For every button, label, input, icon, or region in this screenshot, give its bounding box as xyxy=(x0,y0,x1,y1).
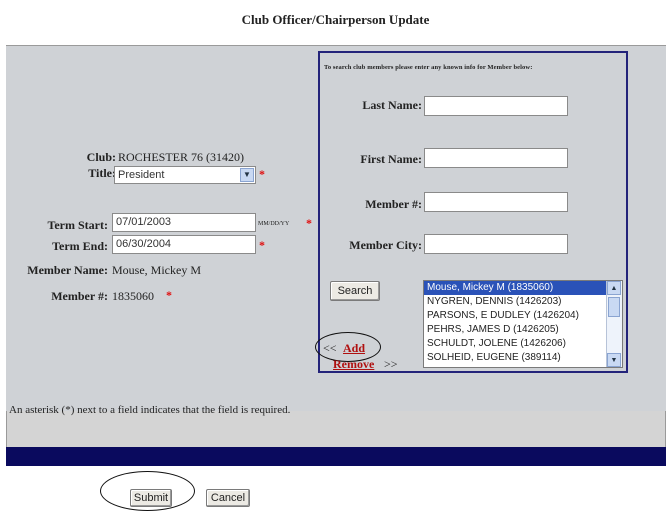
remove-suffix: >> xyxy=(384,357,398,371)
term-start-input[interactable]: 07/01/2003 xyxy=(112,213,256,232)
list-item[interactable]: NYGREN, DENNIS (1426203) xyxy=(424,295,609,309)
list-item[interactable]: Mouse, Mickey M (1835060) xyxy=(424,281,609,295)
page-title: Club Officer/Chairperson Update xyxy=(241,12,430,27)
date-format-hint: MM/DD/YY xyxy=(258,221,290,227)
list-scrollbar[interactable]: ▲ ▼ xyxy=(606,281,622,367)
required-marker: * xyxy=(166,288,172,302)
footer-bar xyxy=(6,447,666,466)
list-item[interactable]: PEHRS, JAMES D (1426205) xyxy=(424,323,609,337)
search-button[interactable]: Search xyxy=(330,281,380,301)
title-select[interactable]: President ▼ xyxy=(114,166,256,184)
term-start-label: Term Start: xyxy=(47,218,108,232)
submit-highlight-circle xyxy=(100,471,195,511)
term-end-label: Term End: xyxy=(52,239,108,253)
title-label: Title: xyxy=(88,166,116,180)
member-number-label: Member #: xyxy=(51,289,108,303)
member-results-list[interactable]: Mouse, Mickey M (1835060) NYGREN, DENNIS… xyxy=(423,280,623,368)
member-city-label: Member City: xyxy=(349,238,422,252)
scroll-down-icon[interactable]: ▼ xyxy=(607,353,621,367)
club-label: Club: xyxy=(86,150,116,164)
scroll-up-icon[interactable]: ▲ xyxy=(607,281,621,295)
scrollbar-thumb[interactable] xyxy=(608,297,620,317)
remove-link[interactable]: Remove xyxy=(333,357,374,372)
first-name-label: First Name: xyxy=(360,152,422,166)
club-value: ROCHESTER 76 (31420) xyxy=(118,150,244,164)
term-end-input[interactable]: 06/30/2004 xyxy=(112,235,256,254)
cancel-button[interactable]: Cancel xyxy=(206,489,250,507)
last-name-input[interactable] xyxy=(424,96,568,116)
member-name-value: Mouse, Mickey M xyxy=(112,263,201,277)
search-member-number-input[interactable] xyxy=(424,192,568,212)
search-hint: To search club members please enter any … xyxy=(324,64,533,71)
list-item[interactable]: PARSONS, E DUDLEY (1426204) xyxy=(424,309,609,323)
member-name-label: Member Name: xyxy=(27,263,108,277)
list-item[interactable]: SCHULDT, JOLENE (1426206) xyxy=(424,337,609,351)
list-item[interactable]: SOLHEID, EUGENE (389114) xyxy=(424,351,609,365)
required-marker: * xyxy=(259,238,265,252)
member-city-input[interactable] xyxy=(424,234,568,254)
member-number-value: 1835060 xyxy=(112,289,154,303)
title-select-value: President xyxy=(118,169,165,181)
last-name-label: Last Name: xyxy=(362,98,422,112)
required-marker: * xyxy=(259,167,265,181)
chevron-down-icon[interactable]: ▼ xyxy=(240,168,254,182)
required-marker: * xyxy=(306,216,312,230)
required-field-note: An asterisk (*) next to a field indicate… xyxy=(9,404,291,416)
first-name-input[interactable] xyxy=(424,148,568,168)
search-member-number-label: Member #: xyxy=(365,197,422,211)
